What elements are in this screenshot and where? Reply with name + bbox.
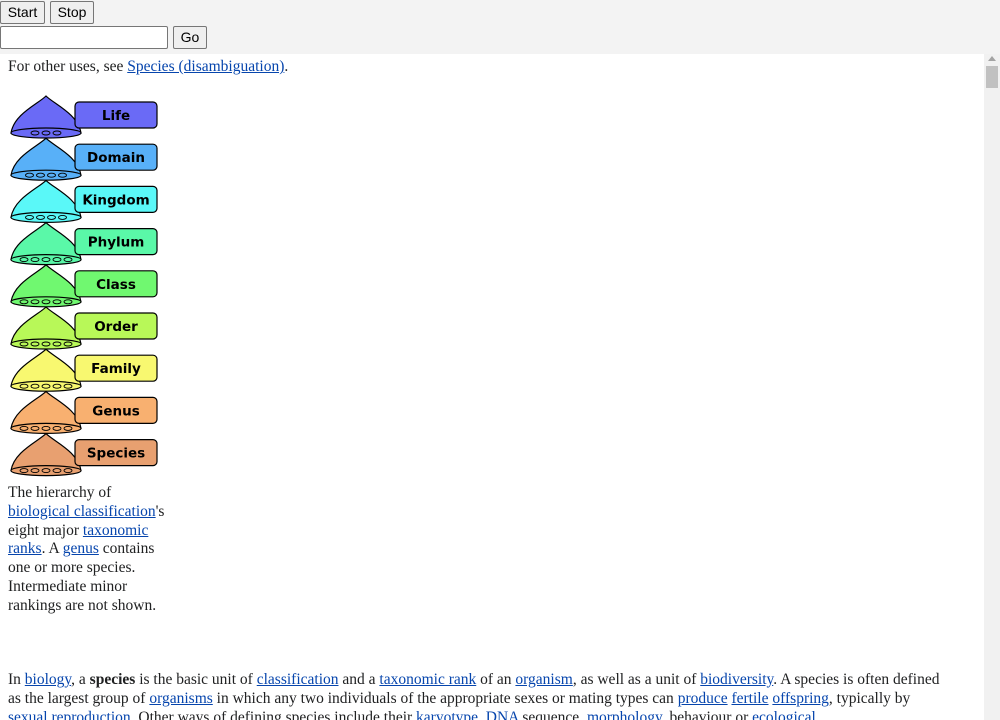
rank-label: Species xyxy=(87,446,145,462)
rank-order: Order xyxy=(10,306,158,350)
para-text: sequence, xyxy=(518,709,587,720)
karyotype-link[interactable]: karyotype xyxy=(416,709,478,720)
rank-label: Kingdom xyxy=(82,192,149,208)
para-text: . Other ways of defining species include… xyxy=(130,709,417,720)
classification-link[interactable]: classification xyxy=(257,671,339,688)
rank-bulb-base xyxy=(10,296,82,308)
para-text: , typically by xyxy=(828,690,911,707)
scrollbar-thumb[interactable] xyxy=(986,66,998,88)
offspring-link[interactable]: offspring xyxy=(772,690,829,707)
rank-label: Order xyxy=(94,319,138,335)
rank-bulb-base xyxy=(10,338,82,350)
dna-link[interactable]: DNA xyxy=(486,709,519,720)
hatnote: For other uses, see Species (disambiguat… xyxy=(8,58,288,76)
diagram-caption: The hierarchy of biological classificati… xyxy=(8,484,168,616)
rank-label: Family xyxy=(91,361,141,377)
para-text: and a xyxy=(338,671,380,688)
hatnote-text: For other uses, see xyxy=(8,58,128,75)
rank-label: Life xyxy=(102,108,130,124)
organism-link[interactable]: organism xyxy=(515,671,572,688)
rank-family: Family xyxy=(10,348,158,392)
para-text: in which any two individuals of the appr… xyxy=(212,690,678,707)
rank-bulb-base xyxy=(10,127,82,139)
caption-text: . A xyxy=(41,540,63,558)
biodiversity-link[interactable]: biodiversity xyxy=(700,671,773,688)
url-input[interactable] xyxy=(0,26,168,49)
rank-label: Phylum xyxy=(88,235,145,251)
fertile-link[interactable]: fertile xyxy=(731,690,768,707)
para-text: is the basic unit of xyxy=(135,671,257,688)
page-content: For other uses, see Species (disambiguat… xyxy=(0,54,984,720)
genus-link[interactable]: genus xyxy=(63,540,99,557)
start-button[interactable]: Start xyxy=(0,1,45,24)
hatnote-suffix: . xyxy=(284,58,289,75)
para-text: , a xyxy=(71,671,90,688)
para-text: , as well as a unit of xyxy=(572,671,701,688)
rank-label: Domain xyxy=(87,150,145,166)
rank-genus: Genus xyxy=(10,390,158,434)
para-text: , behaviour or xyxy=(661,709,753,720)
rank-bulb-base xyxy=(10,422,82,434)
taxonomic-rank-link[interactable]: taxonomic rank xyxy=(379,671,476,688)
rank-phylum: Phylum xyxy=(10,221,158,266)
rank-kingdom: Kingdom xyxy=(10,179,158,224)
organisms-link[interactable]: organisms xyxy=(149,690,212,707)
vertical-scrollbar[interactable] xyxy=(984,54,1000,720)
taxonomic-rank-diagram: Life Domain Kingdom Phylum Class Order Family G… xyxy=(10,95,158,477)
rank-domain: Domain xyxy=(10,137,158,181)
rank-bulb-base xyxy=(10,211,82,224)
go-button[interactable]: Go xyxy=(173,26,207,49)
sexual-reproduction-link[interactable]: sexual reproduction xyxy=(8,709,131,720)
rank-label: Genus xyxy=(92,403,140,419)
caption-text: The hierarchy of xyxy=(8,484,112,501)
para-text: , xyxy=(478,709,486,720)
species-term: species xyxy=(89,671,136,688)
ecological-link[interactable]: ecological xyxy=(752,709,816,720)
rank-bulb-base xyxy=(10,169,82,181)
biological-classification-link[interactable]: biological classification xyxy=(8,503,156,520)
stop-button[interactable]: Stop xyxy=(50,1,94,24)
disambiguation-link[interactable]: Species (disambiguation) xyxy=(127,58,284,75)
para-text: of an xyxy=(476,671,516,688)
produce-link[interactable]: produce xyxy=(678,690,728,707)
scroll-up-arrow-icon[interactable] xyxy=(988,56,996,61)
rank-life: Life xyxy=(10,95,158,139)
rank-bulb-base xyxy=(10,465,82,477)
rank-label: Class xyxy=(96,277,136,293)
rank-bulb-base xyxy=(10,380,82,392)
rank-bulb-base xyxy=(10,254,82,266)
rank-class: Class xyxy=(10,263,158,308)
rank-species: Species xyxy=(10,432,158,477)
biology-link[interactable]: biology xyxy=(25,671,71,688)
para-text: In xyxy=(8,671,25,688)
morphology-link[interactable]: morphology xyxy=(587,709,662,720)
intro-paragraph: In biology, a species is the basic unit … xyxy=(8,670,948,720)
